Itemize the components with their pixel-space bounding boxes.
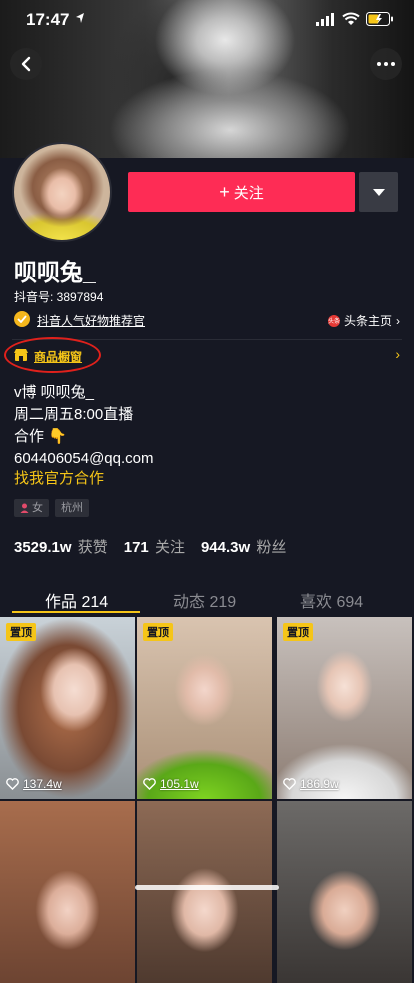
bio: v博 呗呗兔_ 周二周五8:00直播 合作 👇 604406054@qq.com: [14, 382, 154, 470]
chevron-right-icon: ›: [395, 346, 400, 362]
more-dots-icon: [377, 62, 395, 66]
gender-tag: 女: [14, 499, 49, 517]
video-likes: 137.4w: [6, 777, 62, 791]
follow-button[interactable]: + 关注: [128, 172, 355, 212]
certification-row: 抖音人气好物推荐官 头条 头条主页 ›: [14, 311, 400, 329]
video-thumbnail[interactable]: 置顶 186.9w: [277, 617, 412, 799]
pinned-badge: 置顶: [283, 623, 313, 641]
following-label: 关注: [154, 539, 185, 556]
tab-likes[interactable]: 喜欢 694: [300, 588, 363, 612]
video-likes: 105.1w: [143, 777, 199, 791]
tab-indicator: [12, 611, 140, 613]
toutiao-homepage-link[interactable]: 头条 头条主页 ›: [327, 312, 400, 329]
video-thumbnail[interactable]: 置顶 105.1w: [137, 617, 272, 799]
video-likes-count: 105.1w: [160, 777, 199, 791]
wifi-icon: [342, 12, 360, 25]
toutiao-label: 头条主页: [343, 314, 392, 328]
follow-label: 关注: [233, 184, 264, 202]
heart-outline-icon: [6, 778, 19, 790]
signal-icon: [316, 13, 334, 26]
likes-label: 获赞: [77, 539, 108, 556]
female-icon: [20, 503, 29, 513]
profile-tags: 女 杭州: [14, 499, 89, 517]
tab-moments[interactable]: 动态 219: [173, 588, 236, 612]
following-stat[interactable]: 171 关注: [124, 536, 185, 557]
video-thumbnail[interactable]: [277, 801, 412, 983]
gender-label: 女: [32, 502, 43, 514]
followers-stat[interactable]: 944.3w 粉丝: [201, 536, 286, 557]
bio-line: v博 呗呗兔_: [14, 384, 95, 401]
home-indicator[interactable]: [135, 885, 279, 890]
chevron-left-icon: [21, 56, 31, 72]
followers-count: 944.3w: [200, 539, 251, 556]
heart-outline-icon: [283, 778, 296, 790]
plus-icon: +: [219, 181, 230, 202]
likes-count: 3529.1w: [14, 539, 72, 556]
avatar[interactable]: [12, 142, 112, 242]
annotation-circle: [4, 337, 101, 373]
battery-icon: [366, 12, 393, 26]
profile-stats: 3529.1w 获赞 171 关注 944.3w 粉丝: [14, 536, 286, 557]
verified-check-icon: [14, 311, 30, 327]
video-thumbnail[interactable]: [137, 801, 272, 983]
heart-outline-icon: [143, 778, 156, 790]
pinned-badge: 置顶: [143, 623, 173, 641]
bio-line: 周二周五8:00直播: [14, 406, 134, 423]
recommend-dropdown-button[interactable]: [359, 172, 398, 212]
status-bar: 17:47: [0, 0, 414, 40]
location-tag: 杭州: [55, 499, 89, 517]
location-arrow-icon: [76, 13, 84, 23]
followers-label: 粉丝: [256, 539, 287, 556]
video-likes-count: 186.9w: [300, 777, 339, 791]
profile-name: 呗呗兔_: [14, 259, 96, 285]
video-likes-count: 137.4w: [23, 777, 62, 791]
douyin-id: 抖音号: 3897894: [14, 290, 104, 304]
more-options-button[interactable]: [370, 48, 402, 80]
video-likes: 186.9w: [283, 777, 339, 791]
pinned-badge: 置顶: [6, 623, 36, 641]
location-label: 杭州: [61, 502, 83, 514]
tab-works[interactable]: 作品 214: [45, 588, 108, 612]
video-thumbnail[interactable]: [0, 801, 135, 983]
back-button[interactable]: [10, 48, 42, 80]
profile-tabs: 作品 214 动态 219 喜欢 694: [0, 582, 414, 614]
following-count: 171: [123, 539, 149, 556]
triangle-down-icon: [372, 188, 385, 196]
chevron-right-icon: ›: [396, 313, 400, 328]
video-thumbnail[interactable]: 置顶 137.4w: [0, 617, 135, 799]
toutiao-icon: 头条: [327, 314, 340, 327]
certification-link[interactable]: 抖音人气好物推荐官: [37, 312, 145, 329]
official-partner-link[interactable]: 找我官方合作: [14, 467, 104, 488]
likes-stat: 3529.1w 获赞: [14, 536, 108, 557]
status-time: 17:47: [26, 10, 70, 29]
bio-line: 合作 👇: [14, 428, 67, 445]
